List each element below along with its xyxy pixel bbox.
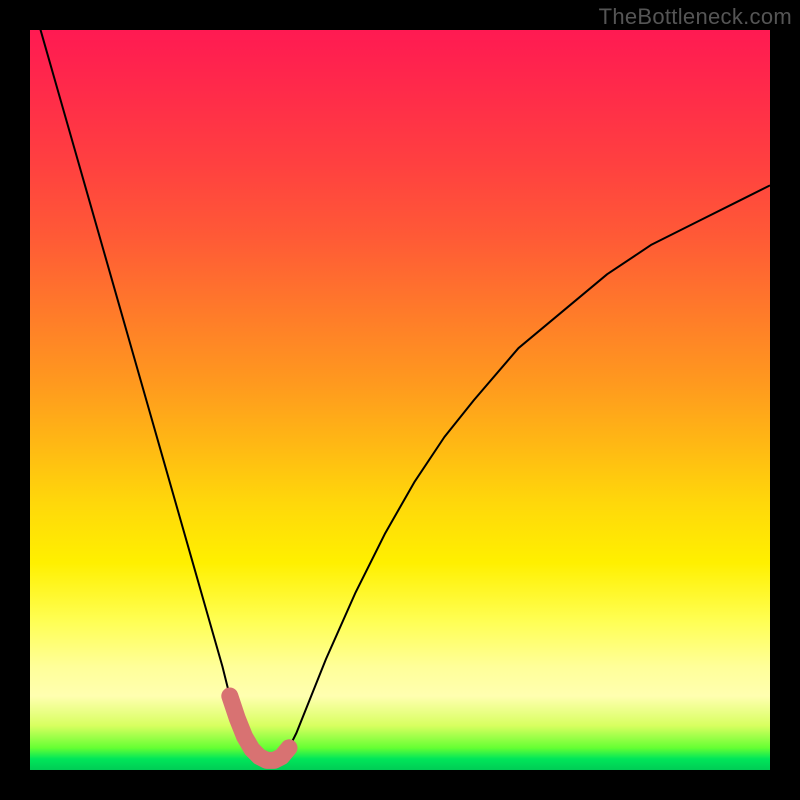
- chart-frame: TheBottleneck.com: [0, 0, 800, 800]
- watermark-text: TheBottleneck.com: [599, 4, 792, 30]
- curve-svg: [30, 30, 770, 770]
- plot-area: [30, 30, 770, 770]
- bottleneck-curve: [30, 0, 770, 760]
- highlight-segment: [230, 696, 289, 760]
